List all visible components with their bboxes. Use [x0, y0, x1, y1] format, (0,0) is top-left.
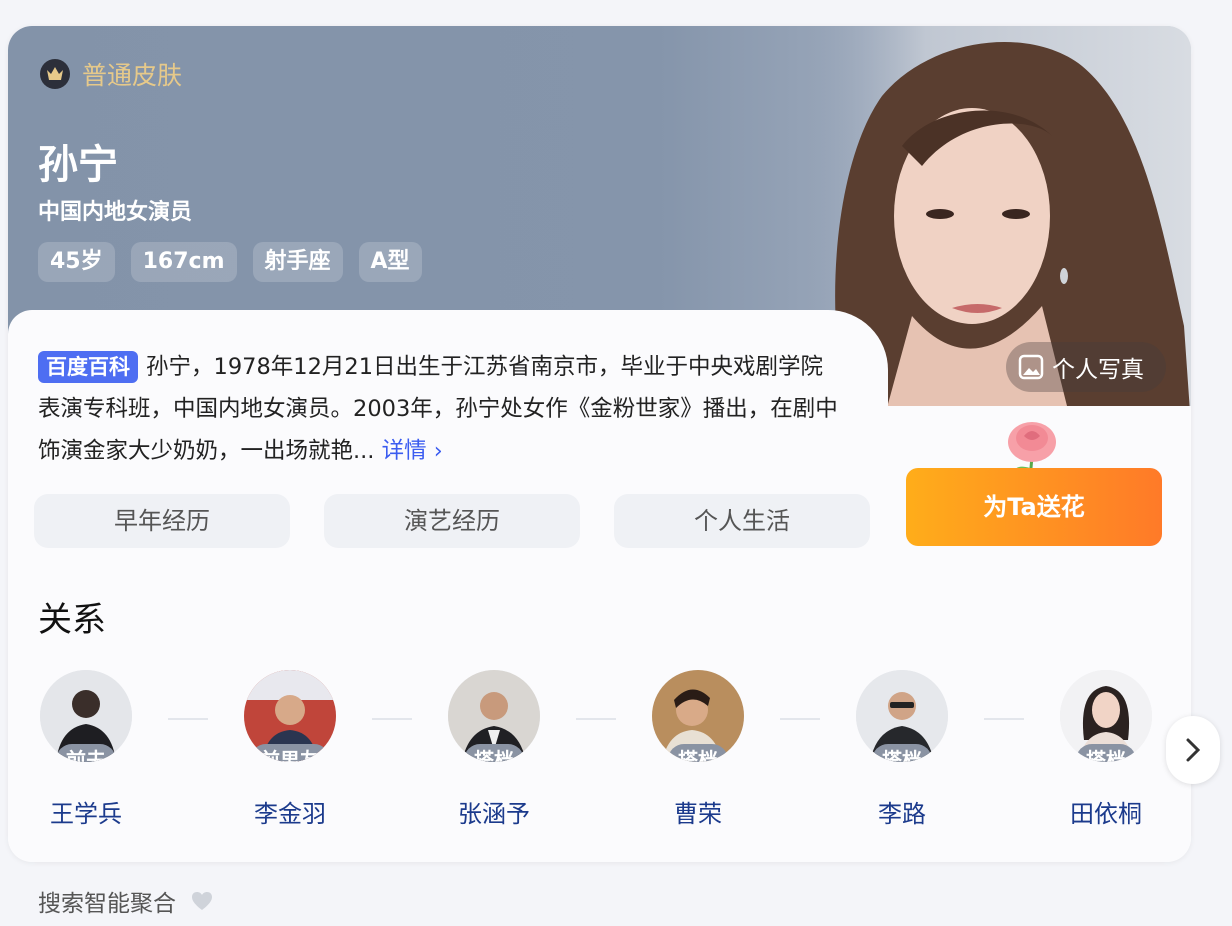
crown-icon: [40, 59, 70, 89]
height-tag: 167cm: [130, 242, 237, 282]
photo-icon: [1018, 354, 1044, 380]
relations-title: 关系: [38, 600, 106, 640]
person-name: 孙宁: [38, 142, 118, 188]
relation-person-6[interactable]: 搭档 田依桐: [1036, 670, 1176, 829]
relation-role: 搭档: [464, 744, 524, 762]
relation-connector: [372, 718, 412, 720]
avatar: 前男友: [244, 670, 336, 762]
relation-person-4[interactable]: 搭档 曹荣: [628, 670, 768, 829]
relation-role: 前夫: [56, 744, 116, 762]
avatar: 搭档: [856, 670, 948, 762]
skin-badge[interactable]: 普通皮肤: [40, 56, 182, 92]
relation-person-1[interactable]: 前夫 王学兵: [16, 670, 156, 829]
zodiac-tag: 射手座: [252, 242, 343, 282]
baike-profile-card: 普通皮肤 孙宁 中国内地女演员 45岁 167cm 射手座 A型 个人写真 百度…: [8, 26, 1191, 862]
relation-connector: [780, 718, 820, 720]
avatar: 搭档: [448, 670, 540, 762]
relation-name: 李路: [878, 800, 926, 828]
section-buttons: 早年经历 演艺经历 个人生活: [34, 494, 904, 548]
blood-type-tag: A型: [358, 242, 422, 282]
details-link[interactable]: 详情 ›: [382, 438, 443, 464]
send-flower-button[interactable]: 为Ta送花: [906, 468, 1162, 546]
relation-role: 搭档: [872, 744, 932, 762]
avatar: 搭档: [652, 670, 744, 762]
description: 百度百科 孙宁，1978年12月21日出生于江苏省南京市，毕业于中央戏剧学院表演专…: [38, 346, 838, 472]
relation-name: 曹荣: [674, 800, 722, 828]
relation-connector: [576, 718, 616, 720]
relation-role: 搭档: [1076, 744, 1136, 762]
acting-career-button[interactable]: 演艺经历: [324, 494, 580, 548]
early-career-button[interactable]: 早年经历: [34, 494, 290, 548]
relation-person-2[interactable]: 前男友 李金羽: [220, 670, 360, 829]
skin-label: 普通皮肤: [82, 61, 183, 90]
footer: 搜索智能聚合: [38, 884, 214, 918]
person-subtitle: 中国内地女演员: [38, 200, 193, 225]
relation-role: 前男友: [250, 744, 330, 762]
footer-label: 搜索智能聚合: [38, 891, 176, 917]
personal-photos-button[interactable]: 个人写真: [1006, 342, 1166, 392]
relation-name: 张涵予: [458, 800, 530, 828]
relation-person-5[interactable]: 搭档 李路: [832, 670, 972, 829]
profile-tags: 45岁 167cm 射手座 A型: [38, 242, 438, 282]
relation-connector: [168, 718, 208, 720]
relation-name: 王学兵: [50, 800, 122, 828]
next-relations-button[interactable]: [1166, 716, 1220, 784]
relation-name: 田依桐: [1070, 800, 1142, 828]
relation-person-3[interactable]: 搭档 张涵予: [424, 670, 564, 829]
relation-connector: [984, 718, 1024, 720]
feedback-heart-icon[interactable]: [190, 890, 214, 912]
personal-life-button[interactable]: 个人生活: [614, 494, 870, 548]
age-tag: 45岁: [38, 242, 115, 282]
relation-name: 李金羽: [254, 800, 326, 828]
relation-role: 搭档: [668, 744, 728, 762]
baike-source-tag[interactable]: 百度百科: [38, 351, 138, 383]
personal-photos-label: 个人写真: [1052, 357, 1144, 383]
avatar: 搭档: [1060, 670, 1152, 762]
avatar: 前夫: [40, 670, 132, 762]
relations-row: 前夫 王学兵 前男友 李金羽 搭档 张涵予 搭档 曹荣 搭档 李路 搭档 田依桐: [38, 670, 1158, 840]
chevron-right-icon: [1186, 738, 1201, 762]
